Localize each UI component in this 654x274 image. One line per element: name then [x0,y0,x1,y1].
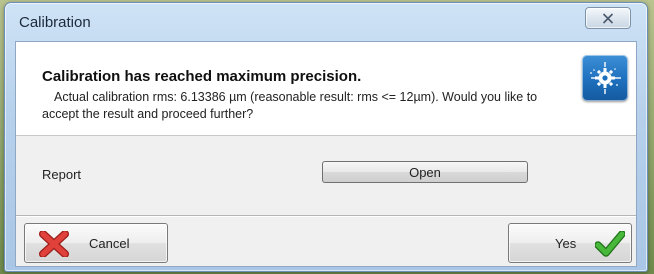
calibration-app-icon [582,55,628,101]
cancel-button-label: Cancel [89,236,130,251]
yes-button[interactable]: Yes [508,223,632,263]
report-row: Report Open [16,135,636,215]
yes-button-label: Yes [555,236,577,251]
close-icon [602,12,614,24]
message-panel: Calibration has reached maximum precisio… [16,42,636,136]
close-button[interactable] [585,7,631,29]
green-check-icon [594,230,626,260]
report-label: Report [42,167,82,182]
dialog-content: Calibration has reached maximum precisio… [15,41,637,267]
open-report-button[interactable]: Open [322,161,528,183]
title-bar: Calibration [5,3,647,41]
red-x-icon [39,230,69,260]
window-title: Calibration [19,14,91,31]
footer-separator [16,215,636,217]
cancel-button[interactable]: Cancel [24,223,168,263]
calibration-dialog: Calibration Calibration has reached maxi… [4,2,648,272]
message-heading: Calibration has reached maximum precisio… [42,68,362,85]
message-text: Actual calibration rms: 6.13386 µm (reas… [42,90,538,121]
